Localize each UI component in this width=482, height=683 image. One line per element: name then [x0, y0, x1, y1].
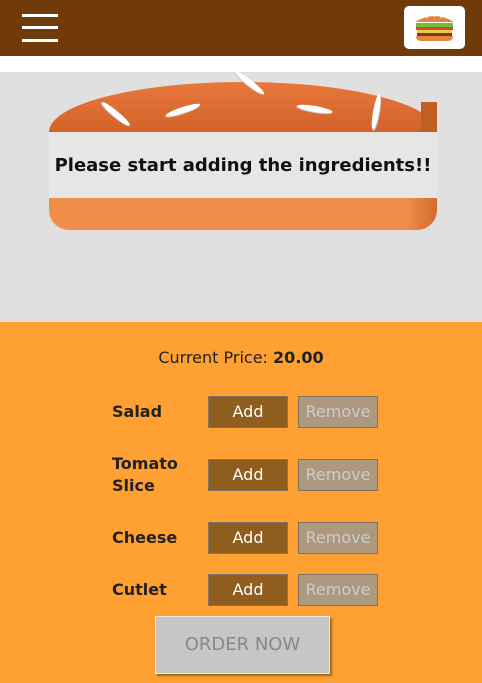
burger-preview: Please start adding the ingredients!!	[0, 69, 482, 322]
hamburger-menu-icon[interactable]	[22, 14, 58, 42]
ingredient-label: Salad	[112, 402, 163, 421]
seed	[100, 100, 132, 128]
add-cutlet-button[interactable]: Add	[208, 574, 288, 606]
bread-top	[49, 69, 437, 132]
price-label: Current Price:	[158, 348, 268, 367]
seed	[296, 102, 334, 116]
remove-tomato-button[interactable]: Remove	[298, 459, 378, 491]
remove-cheese-button[interactable]: Remove	[298, 522, 378, 554]
ingredient-label: Cheese	[112, 528, 178, 547]
build-controls: Current Price: 20.00 Salad Add Remove To…	[0, 322, 482, 683]
seed	[233, 69, 267, 97]
empty-burger-message: Please start adding the ingredients!!	[49, 132, 437, 198]
remove-salad-button[interactable]: Remove	[298, 396, 378, 428]
add-salad-button[interactable]: Add	[208, 396, 288, 428]
ingredient-row-tomato: Tomato Slice Add Remove	[112, 454, 382, 495]
order-now-button[interactable]: ORDER NOW	[155, 616, 330, 674]
seed	[164, 101, 202, 119]
price-value: 20.00	[273, 348, 324, 367]
add-tomato-button[interactable]: Add	[208, 459, 288, 491]
add-cheese-button[interactable]: Add	[208, 522, 288, 554]
ingredient-row-salad: Salad Add Remove	[112, 396, 382, 429]
ingredient-label: Cutlet	[112, 580, 167, 599]
toolbar	[0, 0, 482, 56]
ingredient-row-cheese: Cheese Add Remove	[112, 522, 382, 555]
bread-bottom	[49, 198, 437, 230]
ingredient-label: Tomato Slice	[112, 454, 178, 495]
burger-logo-icon	[404, 6, 465, 49]
remove-cutlet-button[interactable]: Remove	[298, 574, 378, 606]
seed	[369, 93, 383, 131]
current-price: Current Price: 20.00	[0, 348, 482, 367]
ingredient-row-cutlet: Cutlet Add Remove	[112, 574, 382, 607]
